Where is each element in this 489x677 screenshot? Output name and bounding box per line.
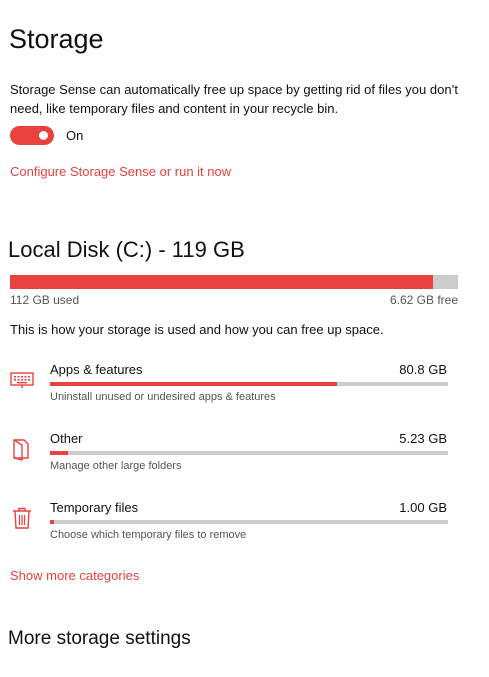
category-name: Temporary files bbox=[50, 500, 139, 515]
toggle-knob bbox=[39, 131, 48, 140]
category-size: 5.23 GB bbox=[399, 431, 447, 446]
category-description: Manage other large folders bbox=[50, 460, 182, 472]
more-storage-settings-title: More storage settings bbox=[8, 628, 191, 649]
category-usage-fill bbox=[50, 382, 337, 386]
trash-icon bbox=[10, 506, 34, 530]
disk-usage-fill bbox=[10, 275, 433, 289]
category-name: Apps & features bbox=[50, 362, 143, 377]
category-usage-fill bbox=[50, 451, 68, 455]
folder-icon bbox=[10, 437, 34, 461]
storage-intro: This is how your storage is used and how… bbox=[10, 322, 384, 337]
free-space-label: 6.62 GB free bbox=[389, 293, 458, 307]
category-usage-bar bbox=[50, 382, 448, 386]
disk-usage-bar bbox=[10, 275, 458, 289]
show-more-categories-link[interactable]: Show more categories bbox=[10, 568, 139, 583]
configure-storage-sense-link[interactable]: Configure Storage Sense or run it now bbox=[10, 164, 231, 179]
category-description: Choose which temporary files to remove bbox=[50, 529, 247, 541]
keyboard-icon bbox=[10, 368, 34, 392]
category-name: Other bbox=[50, 431, 83, 446]
category-size: 80.8 GB bbox=[399, 362, 447, 377]
storage-sense-toggle[interactable] bbox=[10, 126, 54, 145]
storage-sense-description: Storage Sense can automatically free up … bbox=[10, 82, 459, 116]
disk-title: Local Disk (C:) - 119 GB bbox=[8, 237, 245, 262]
toggle-state-label: On bbox=[66, 128, 84, 143]
category-other[interactable]: Other 5.23 GB Manage other large folders bbox=[0, 429, 489, 489]
used-space-label: 112 GB used bbox=[10, 293, 80, 307]
category-usage-fill bbox=[50, 520, 54, 524]
clipped-link-row bbox=[10, 670, 220, 677]
page-title: Storage bbox=[9, 24, 104, 54]
category-size: 1.00 GB bbox=[399, 500, 447, 515]
category-apps-features[interactable]: Apps & features 80.8 GB Uninstall unused… bbox=[0, 360, 489, 420]
category-usage-bar bbox=[50, 451, 448, 455]
category-description: Uninstall unused or undesired apps & fea… bbox=[50, 391, 276, 403]
category-usage-bar bbox=[50, 520, 448, 524]
clipped-link-text[interactable] bbox=[10, 670, 220, 677]
category-temporary-files[interactable]: Temporary files 1.00 GB Choose which tem… bbox=[0, 498, 489, 558]
